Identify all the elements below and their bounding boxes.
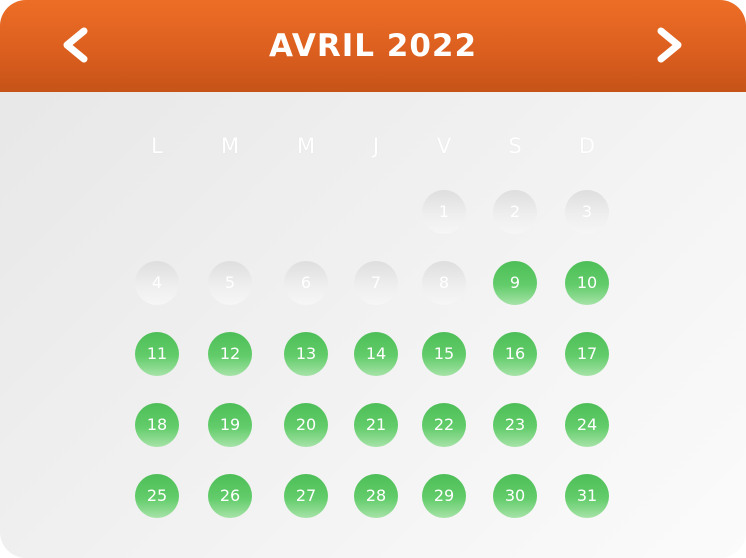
day-30[interactable]: 30 — [493, 474, 537, 518]
chevron-right-icon — [657, 27, 682, 63]
day-18[interactable]: 18 — [135, 403, 179, 447]
weekday-tuesday: M — [220, 134, 240, 158]
day-23[interactable]: 23 — [493, 403, 537, 447]
day-29[interactable]: 29 — [422, 474, 466, 518]
day-12[interactable]: 12 — [208, 332, 252, 376]
day-11[interactable]: 11 — [135, 332, 179, 376]
calendar: AVRIL 2022 L M M J V S D 1 2 3 4 5 6 7 8 9 10 11 12… — [0, 0, 746, 558]
day-31[interactable]: 31 — [565, 474, 609, 518]
day-8: 8 — [422, 261, 466, 305]
day-10[interactable]: 10 — [565, 261, 609, 305]
day-28[interactable]: 28 — [354, 474, 398, 518]
weekday-saturday: S — [508, 134, 522, 158]
day-20[interactable]: 20 — [284, 403, 328, 447]
day-19[interactable]: 19 — [208, 403, 252, 447]
day-24[interactable]: 24 — [565, 403, 609, 447]
weekday-thursday: J — [372, 134, 380, 158]
day-6: 6 — [284, 261, 328, 305]
day-7: 7 — [354, 261, 398, 305]
day-3: 3 — [565, 190, 609, 234]
weekday-friday: V — [436, 134, 452, 158]
day-1: 1 — [422, 190, 466, 234]
day-16[interactable]: 16 — [493, 332, 537, 376]
day-26[interactable]: 26 — [208, 474, 252, 518]
weekday-monday: L — [151, 134, 163, 158]
day-21[interactable]: 21 — [354, 403, 398, 447]
month-title: AVRIL 2022 — [268, 28, 478, 64]
day-14[interactable]: 14 — [354, 332, 398, 376]
day-13[interactable]: 13 — [284, 332, 328, 376]
next-month-button[interactable] — [654, 26, 684, 66]
day-4: 4 — [135, 261, 179, 305]
day-15[interactable]: 15 — [422, 332, 466, 376]
day-5: 5 — [208, 261, 252, 305]
day-17[interactable]: 17 — [565, 332, 609, 376]
calendar-header: AVRIL 2022 — [0, 0, 746, 92]
day-27[interactable]: 27 — [284, 474, 328, 518]
weekday-sunday: D — [578, 134, 596, 158]
day-2: 2 — [493, 190, 537, 234]
day-22[interactable]: 22 — [422, 403, 466, 447]
weekday-wednesday: M — [296, 134, 316, 158]
day-25[interactable]: 25 — [135, 474, 179, 518]
day-9[interactable]: 9 — [493, 261, 537, 305]
